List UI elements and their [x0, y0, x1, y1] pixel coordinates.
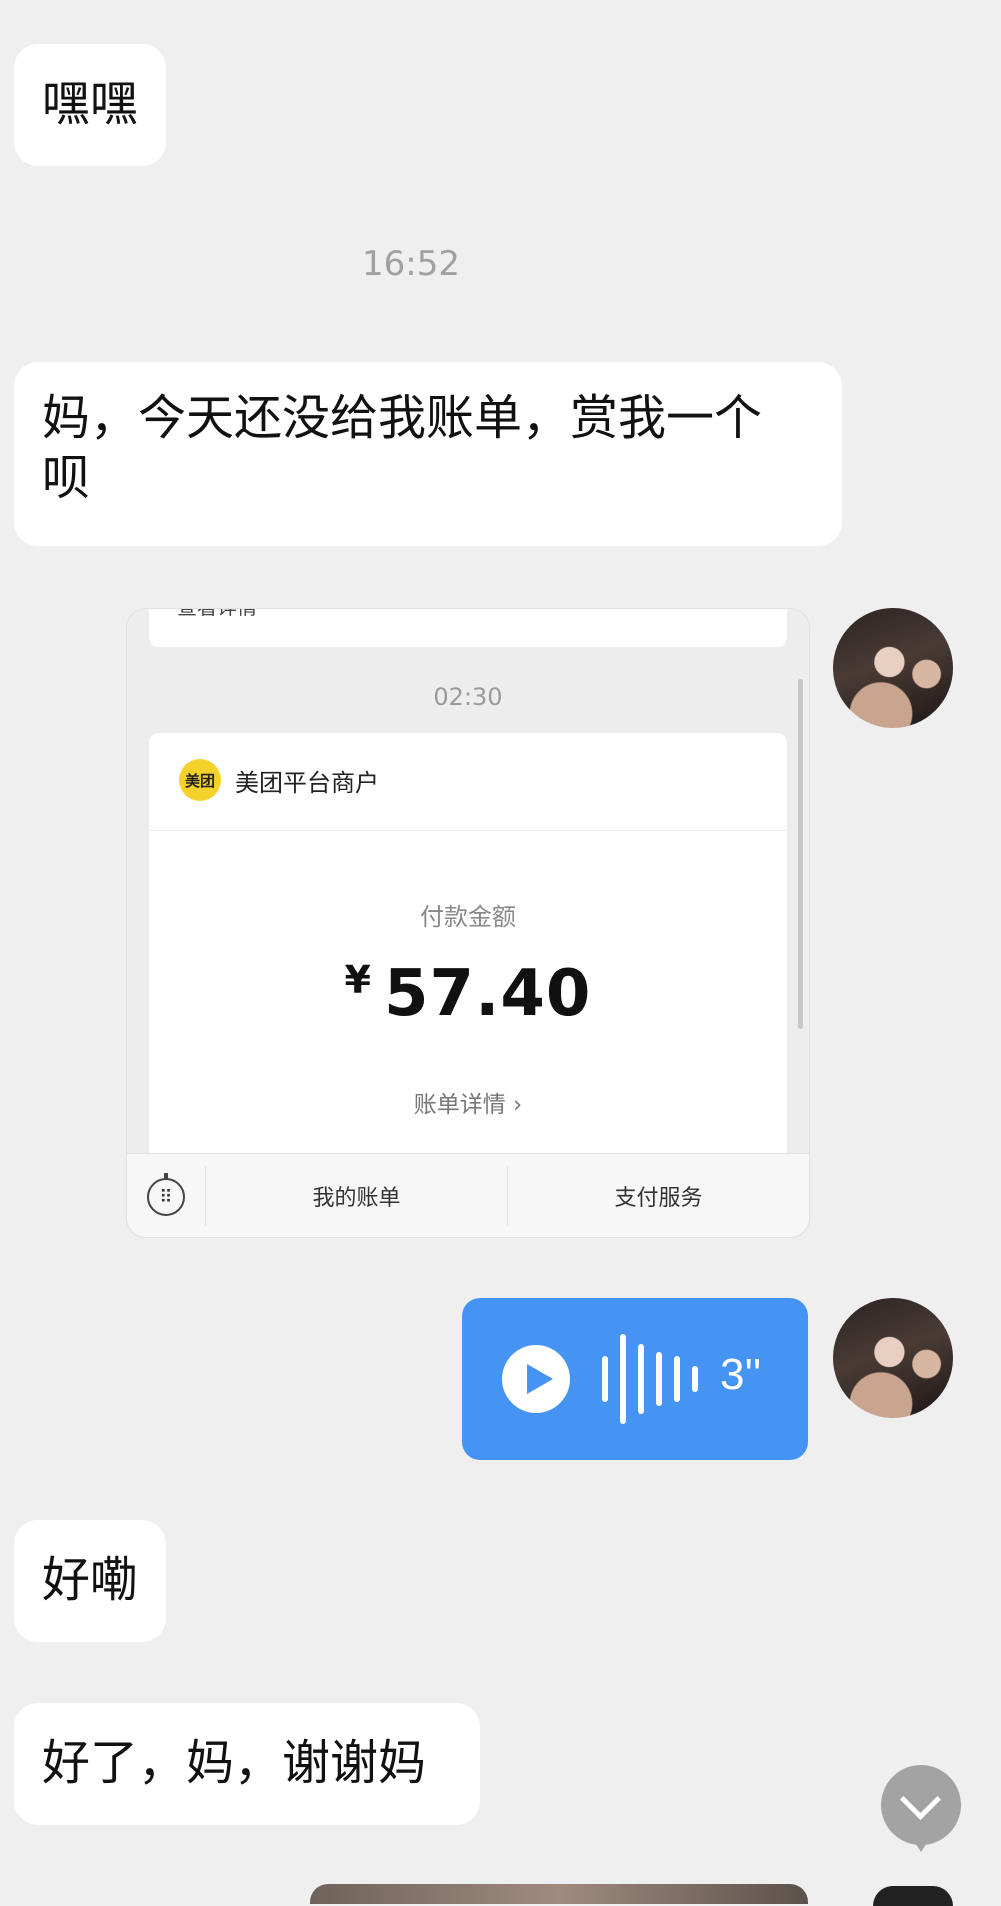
avatar[interactable]: [833, 1298, 953, 1418]
amount-value: 57.40: [384, 957, 592, 1031]
avatar-partial[interactable]: [873, 1886, 953, 1906]
image-message-partial[interactable]: [310, 1884, 808, 1904]
avatar[interactable]: [833, 608, 953, 728]
currency-symbol: ¥: [344, 958, 372, 1002]
bill-detail-link: 账单详情 ›: [413, 1092, 523, 1118]
scrollbar: [798, 679, 803, 1029]
previous-card-text: 查看详情: [177, 609, 257, 620]
previous-card-fragment: 查看详情: [149, 609, 787, 647]
message-bubble-left[interactable]: 好嘞: [14, 1520, 166, 1642]
payment-card: 美团 美团平台商户 付款金额 ¥57.40 账单详情 ›: [149, 733, 787, 1153]
message-text: 好了，妈，谢谢妈: [42, 1735, 427, 1791]
payment-label: 付款金额: [420, 903, 516, 931]
meituan-logo-icon: 美团: [179, 759, 221, 801]
voice-message-bubble[interactable]: 3'': [462, 1298, 808, 1460]
keyboard-icon: ⠿: [147, 1173, 185, 1216]
menu-my-bills: 我的账单: [312, 1186, 401, 1211]
message-text: 好嘞: [42, 1552, 139, 1608]
menu-payment-service: 支付服务: [614, 1186, 703, 1211]
message-bubble-left[interactable]: 好了，妈，谢谢妈: [14, 1703, 480, 1825]
screenshot-time: 02:30: [433, 683, 503, 711]
message-bubble-left[interactable]: 妈，今天还没给我账单，赏我一个 呗: [14, 362, 842, 546]
scroll-button-tail: [912, 1838, 930, 1852]
chevron-down-icon[interactable]: [881, 1765, 961, 1845]
merchant-row: 美团 美团平台商户: [149, 733, 787, 831]
message-text-line2: 呗: [42, 450, 91, 506]
bottom-menu-bar: ⠿ 我的账单 支付服务: [127, 1153, 809, 1237]
voice-duration: 3'': [720, 1350, 762, 1399]
message-text: 嘿嘿: [42, 76, 139, 132]
payment-amount: ¥57.40: [149, 957, 787, 1031]
audio-wave-icon: [602, 1334, 698, 1424]
message-bubble-left[interactable]: 嘿嘿: [14, 44, 166, 166]
message-text-line1: 妈，今天还没给我账单，赏我一个: [42, 390, 763, 446]
image-message[interactable]: 查看详情 02:30 美团 美团平台商户 付款金额 ¥57.40 账单详情 › …: [126, 608, 810, 1238]
merchant-name: 美团平台商户: [235, 769, 379, 797]
chat-timestamp: 16:52: [362, 244, 460, 284]
play-icon[interactable]: [502, 1345, 570, 1413]
